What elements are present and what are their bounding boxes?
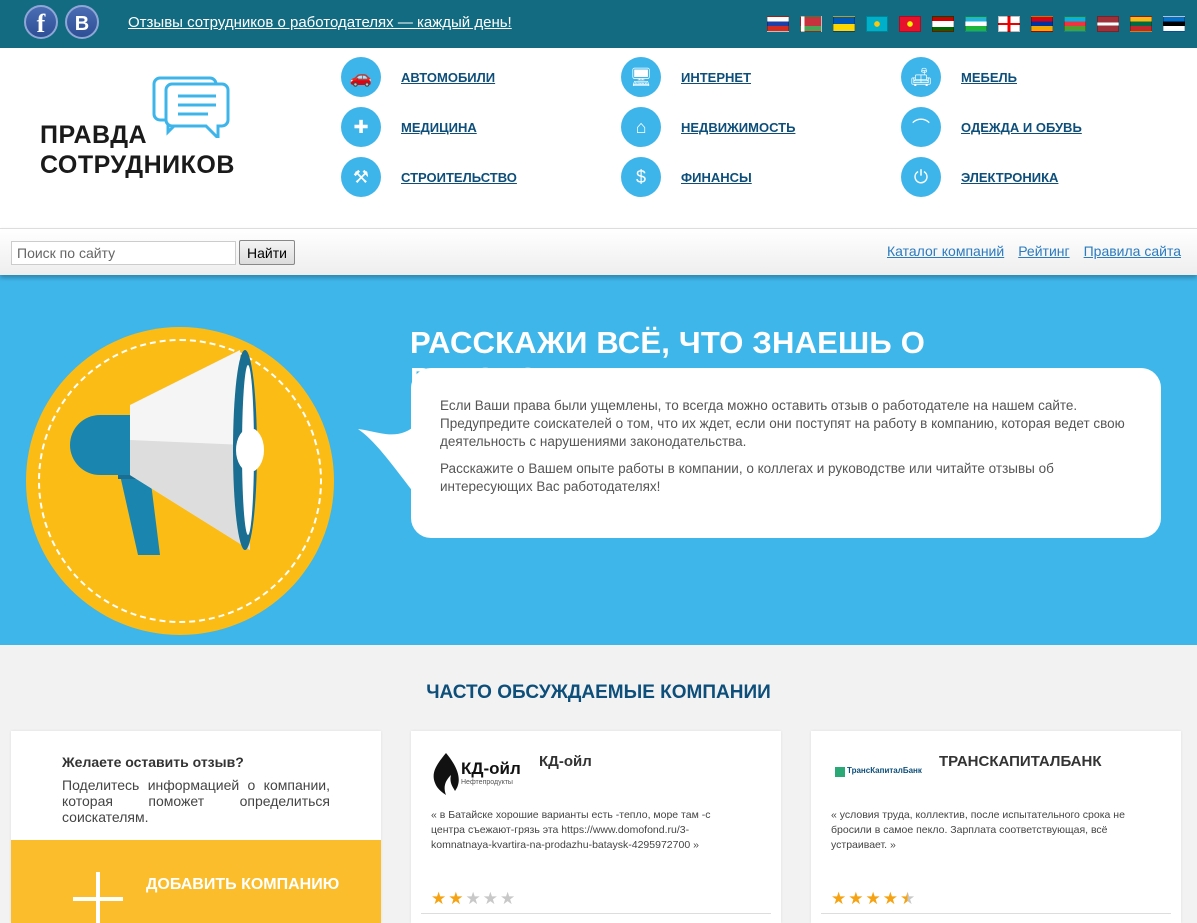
hero-paragraph-2: Расскажите о Вашем опыте работы в компан… bbox=[440, 461, 1054, 494]
car-icon: 🚗 bbox=[341, 57, 381, 97]
company-logo[interactable]: ТрансКапиталБанк bbox=[831, 751, 931, 795]
company-card-kd-oil[interactable]: КД-ойл Нефтепродукты КД-ойл « в Батайске… bbox=[411, 731, 781, 923]
sofa-icon: 🛋 bbox=[901, 57, 941, 97]
medkit-icon: ✚ bbox=[341, 107, 381, 147]
star-icon: ★ bbox=[848, 889, 864, 908]
add-review-text: Поделитесь информацией о компании, котор… bbox=[62, 777, 330, 825]
facebook-icon[interactable]: f bbox=[24, 5, 58, 39]
star-icon: ★ bbox=[882, 889, 898, 908]
flag-kg-icon[interactable] bbox=[899, 16, 921, 32]
category-label[interactable]: СТРОИТЕЛЬСТВО bbox=[401, 170, 517, 185]
flame-icon bbox=[433, 753, 459, 795]
star-empty-icon: ★ bbox=[465, 889, 481, 908]
monitor-icon: 🖥 bbox=[621, 57, 661, 97]
search-bar: Найти Каталог компаний Рейтинг Правила с… bbox=[0, 228, 1197, 275]
category-furniture[interactable]: 🛋 МЕБЕЛЬ bbox=[901, 57, 1017, 97]
star-icon: ★ bbox=[865, 889, 881, 908]
flag-ge-icon[interactable] bbox=[998, 16, 1020, 32]
search-button[interactable]: Найти bbox=[239, 240, 295, 265]
add-company-label: ДОБАВИТЬ КОМПАНИЮ bbox=[146, 876, 340, 893]
vkontakte-icon[interactable]: B bbox=[65, 5, 99, 39]
add-review-title: Желаете оставить отзыв? bbox=[62, 754, 244, 770]
star-half-icon: ★ bbox=[900, 889, 916, 908]
company-name[interactable]: КД-ойл bbox=[539, 753, 592, 770]
category-label[interactable]: ФИНАНСЫ bbox=[681, 170, 752, 185]
category-label[interactable]: ЭЛЕКТРОНИКА bbox=[961, 170, 1058, 185]
tagline-link[interactable]: Отзывы сотрудников о работодателях — каж… bbox=[128, 14, 512, 31]
hanger-icon: ⌒ bbox=[901, 107, 941, 147]
crane-icon: ⚒ bbox=[341, 157, 381, 197]
category-label[interactable]: ОДЕЖДА И ОБУВЬ bbox=[961, 120, 1082, 135]
star-empty-icon: ★ bbox=[482, 889, 498, 908]
flag-ua-icon[interactable] bbox=[833, 16, 855, 32]
flag-am-icon[interactable] bbox=[1031, 16, 1053, 32]
logo-line-2: СОТРУДНИКОВ bbox=[40, 151, 235, 179]
companies-section-title: ЧАСТО ОБСУЖДАЕМЫЕ КОМПАНИИ bbox=[426, 682, 771, 703]
flag-lv-icon[interactable] bbox=[1097, 16, 1119, 32]
bank-logo-mark-icon bbox=[835, 767, 845, 777]
logo-line-1: ПРАВДА bbox=[40, 121, 148, 149]
site-header: ПРАВДА СОТРУДНИКОВ 🚗 АВТОМОБИЛИ 🖥 ИНТЕРН… bbox=[0, 48, 1197, 228]
category-label[interactable]: ИНТЕРНЕТ bbox=[681, 70, 751, 85]
power-icon: ⏻ bbox=[901, 157, 941, 197]
flag-lt-icon[interactable] bbox=[1130, 16, 1152, 32]
top-nav: Каталог компаний Рейтинг Правила сайта bbox=[887, 243, 1181, 259]
company-quote: « в Батайске хорошие варианты есть -тепл… bbox=[431, 809, 711, 851]
card-divider bbox=[821, 913, 1171, 914]
hero-paragraph-1: Если Ваши права были ущемлены, то всегда… bbox=[440, 398, 1125, 449]
add-company-button[interactable]: ДОБАВИТЬ КОМПАНИЮ bbox=[11, 840, 381, 923]
category-cars[interactable]: 🚗 АВТОМОБИЛИ bbox=[341, 57, 495, 97]
house-icon: ⌂ bbox=[621, 107, 661, 147]
star-empty-icon: ★ bbox=[500, 889, 516, 908]
flag-by-icon[interactable] bbox=[800, 16, 822, 32]
card-divider bbox=[421, 913, 771, 914]
company-logo-text: КД-ойл bbox=[461, 759, 521, 778]
nav-rules-link[interactable]: Правила сайта bbox=[1084, 243, 1181, 259]
flag-az-icon[interactable] bbox=[1064, 16, 1086, 32]
category-internet[interactable]: 🖥 ИНТЕРНЕТ bbox=[621, 57, 751, 97]
speech-bubble-tail bbox=[358, 423, 418, 498]
coins-icon: $ bbox=[621, 157, 661, 197]
nav-catalog-link[interactable]: Каталог компаний bbox=[887, 243, 1004, 259]
rating-stars: ★ ★ ★ ★ ★ bbox=[431, 889, 515, 909]
flag-kz-icon[interactable] bbox=[866, 16, 888, 32]
star-icon: ★ bbox=[831, 889, 847, 908]
flag-ee-icon[interactable] bbox=[1163, 16, 1185, 32]
category-construction[interactable]: ⚒ СТРОИТЕЛЬСТВО bbox=[341, 157, 517, 197]
site-logo-text[interactable]: ПРАВДА СОТРУДНИКОВ bbox=[40, 120, 235, 180]
category-real-estate[interactable]: ⌂ НЕДВИЖИМОСТЬ bbox=[621, 107, 795, 147]
company-logo[interactable]: КД-ойл Нефтепродукты bbox=[431, 751, 531, 795]
star-icon: ★ bbox=[431, 889, 447, 908]
nav-rating-link[interactable]: Рейтинг bbox=[1018, 243, 1069, 259]
category-medicine[interactable]: ✚ МЕДИЦИНА bbox=[341, 107, 477, 147]
company-quote: « условия труда, коллектив, после испыта… bbox=[831, 809, 1125, 851]
category-label[interactable]: АВТОМОБИЛИ bbox=[401, 70, 495, 85]
company-logo-subtext: Нефтепродукты bbox=[461, 779, 513, 786]
top-bar: f B Отзывы сотрудников о работодателях —… bbox=[0, 0, 1197, 48]
category-clothing[interactable]: ⌒ ОДЕЖДА И ОБУВЬ bbox=[901, 107, 1082, 147]
star-icon: ★ bbox=[448, 889, 464, 908]
plus-icon-bar bbox=[73, 897, 123, 901]
category-label[interactable]: НЕДВИЖИМОСТЬ bbox=[681, 120, 795, 135]
hero-text-bubble: Если Ваши права были ущемлены, то всегда… bbox=[411, 368, 1161, 538]
flag-uz-icon[interactable] bbox=[965, 16, 987, 32]
category-label[interactable]: МЕБЕЛЬ bbox=[961, 70, 1017, 85]
rating-stars: ★ ★ ★ ★ ★ bbox=[831, 889, 915, 909]
category-electronics[interactable]: ⏻ ЭЛЕКТРОНИКА bbox=[901, 157, 1058, 197]
company-card-transkapitalbank[interactable]: ТрансКапиталБанк ТРАНСКАПИТАЛБАНК « усло… bbox=[811, 731, 1181, 923]
megaphone-icon bbox=[70, 350, 264, 555]
category-label[interactable]: МЕДИЦИНА bbox=[401, 120, 477, 135]
flag-tj-icon[interactable] bbox=[932, 16, 954, 32]
company-logo-text: ТрансКапиталБанк bbox=[847, 766, 922, 775]
company-name[interactable]: ТРАНСКАПИТАЛБАНК bbox=[939, 753, 1102, 770]
language-flags bbox=[767, 16, 1185, 32]
category-finance[interactable]: $ ФИНАНСЫ bbox=[621, 157, 752, 197]
flag-ru-icon[interactable] bbox=[767, 16, 789, 32]
add-review-card: Желаете оставить отзыв? Поделитесь инфор… bbox=[11, 731, 381, 923]
search-input[interactable] bbox=[11, 241, 236, 265]
hero-banner: РАССКАЖИ ВСЁ, ЧТО ЗНАЕШЬ О РАБОТОДАТЕЛЕ!… bbox=[0, 275, 1197, 645]
